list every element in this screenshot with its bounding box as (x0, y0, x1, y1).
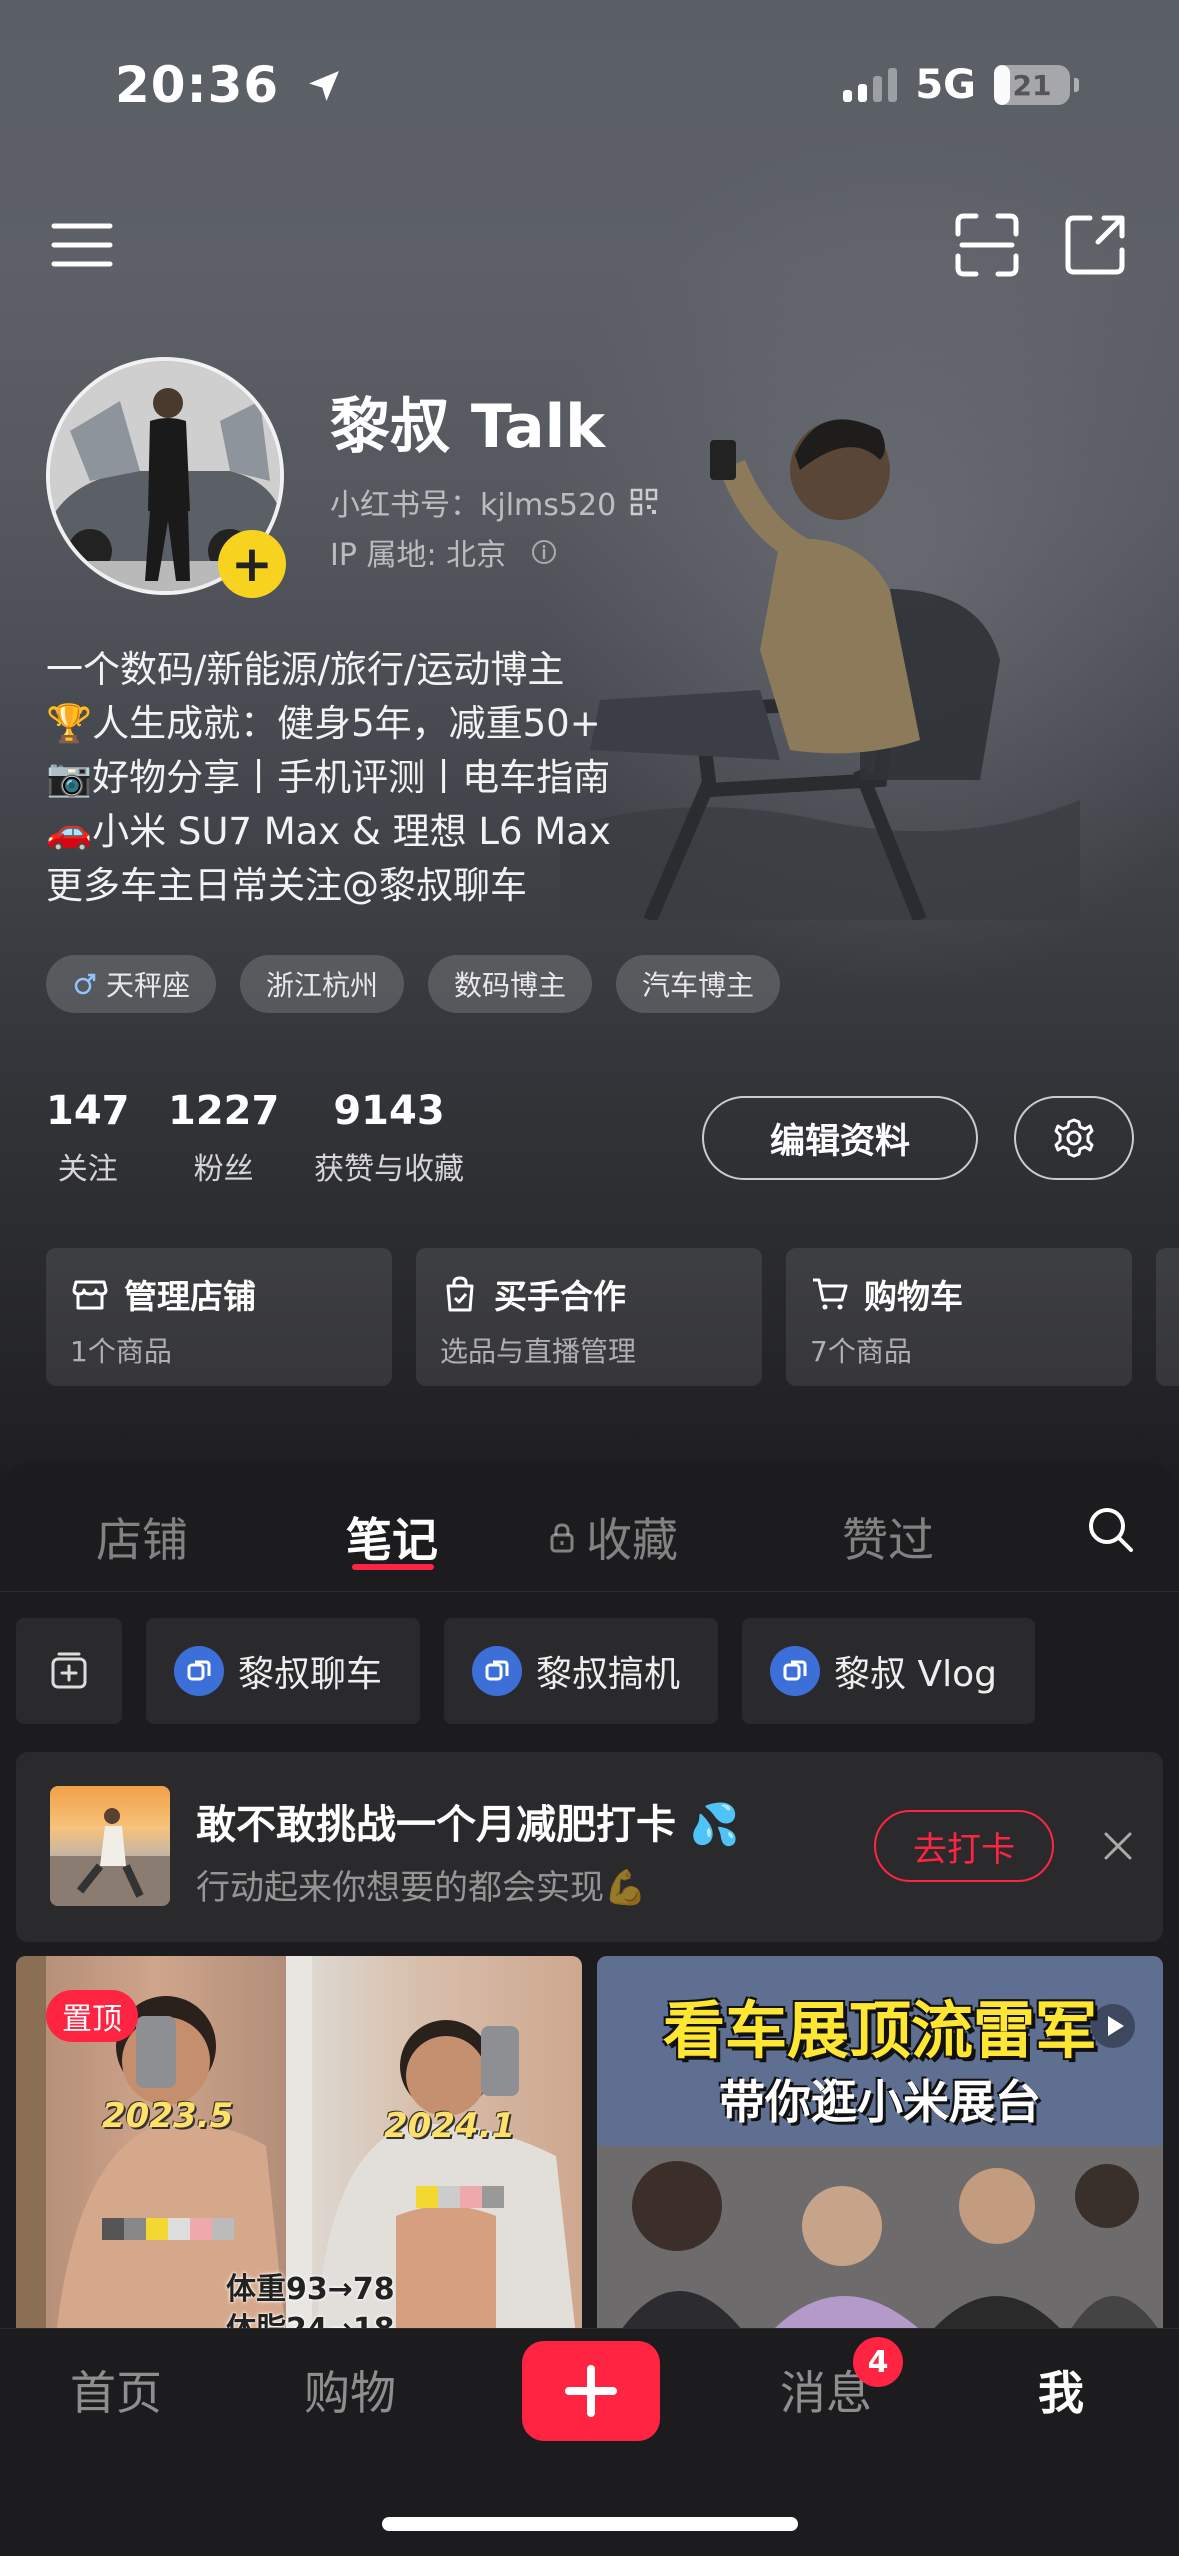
profile-tags: 天秤座 浙江杭州 数码博主 汽车博主 (46, 955, 781, 1013)
note-year-right: 2024.1 (384, 2106, 516, 2146)
profile-ip-row: IP 属地: 北京 (330, 530, 558, 574)
profile-id: 小红书号：kjlms520 (330, 488, 617, 523)
bottom-navigation: 首页 购物 消息 4 我 (0, 2328, 1179, 2556)
share-icon[interactable] (1060, 210, 1130, 280)
message-count-badge: 4 (853, 2337, 903, 2387)
censor-bar (416, 2186, 504, 2208)
home-indicator (382, 2517, 798, 2531)
collection-icon (174, 1646, 224, 1696)
tag-zodiac[interactable]: 天秤座 (46, 955, 217, 1013)
nav-me[interactable]: 我 (1038, 2357, 1084, 2423)
store-icon (72, 1280, 108, 1310)
banner-title: 敢不敢挑战一个月减肥打卡 💦 (196, 1802, 740, 1848)
pinned-badge: 置顶 (46, 1990, 138, 2042)
creator-tools: 管理店铺 1个商品 买手合作 选品与直播管理 购物车 7个商品 (46, 1248, 1179, 1386)
qr-code-icon[interactable] (630, 488, 658, 516)
collection-chip[interactable]: 黎叔搞机 (444, 1618, 719, 1724)
profile-id-row: 小红书号：kjlms520 (330, 480, 658, 524)
lock-icon (550, 1523, 574, 1553)
tab-notes[interactable]: 笔记 (346, 1504, 438, 1570)
note-weight-text: 体重93→78 (226, 2272, 395, 2307)
battery-percentage: 21 (1012, 68, 1052, 102)
tag-category[interactable]: 数码博主 (428, 955, 593, 1013)
network-type: 5G (915, 62, 976, 108)
note-title-line1: 看车展顶流雷军 (662, 1994, 1097, 2067)
cart-icon (813, 1278, 848, 1310)
banner-subtitle: 行动起来你想要的都会实现💪 (196, 1868, 647, 1908)
challenge-banner[interactable]: 敢不敢挑战一个月减肥打卡 💦 行动起来你想要的都会实现💪 去打卡 (16, 1752, 1163, 1942)
video-play-icon (1091, 2004, 1135, 2048)
note-card[interactable]: 看车展顶流雷军 带你逛小米展台 (597, 1956, 1163, 2332)
banner-thumbnail (50, 1786, 170, 1906)
bio-line: 一个数码/新能源/旅行/运动博主 (46, 648, 565, 691)
stat-likes[interactable]: 9143 获赞与收藏 (314, 1088, 464, 1188)
location-arrow-icon (308, 71, 339, 101)
collection-chip[interactable]: 黎叔 Vlog (742, 1618, 1035, 1724)
plus-icon (565, 2365, 617, 2417)
profile-name: 黎叔 Talk (330, 392, 606, 462)
tag-location[interactable]: 浙江杭州 (240, 955, 405, 1013)
check-in-button[interactable]: 去打卡 (874, 1810, 1054, 1882)
nav-home[interactable]: 首页 (70, 2357, 162, 2423)
shopping-bag-icon (446, 1276, 474, 1312)
note-card[interactable]: 置顶 2023.5 2024.1 体重93→78 体脂24→18 (16, 1956, 582, 2332)
background-photo-figure (560, 419, 1080, 920)
nav-shop[interactable]: 购物 (304, 2357, 396, 2423)
collection-icon (472, 1646, 523, 1696)
scan-icon[interactable] (952, 210, 1022, 280)
bio-line: 🏆人生成就：健身5年，减重50+ (46, 702, 601, 745)
battery-cap (1074, 78, 1079, 92)
add-collection-button[interactable] (16, 1618, 122, 1724)
menu-icon[interactable] (48, 210, 118, 280)
settings-button[interactable] (1014, 1096, 1134, 1180)
stat-followers[interactable]: 1227 粉丝 (168, 1088, 279, 1188)
battery-icon: 21 (994, 65, 1070, 105)
cellular-signal-icon (843, 68, 898, 102)
profile-bio: 一个数码/新能源/旅行/运动博主 🏆人生成就：健身5年，减重50+ 📷好物分享丨… (46, 643, 611, 913)
shopping-cart-card[interactable]: 购物车 7个商品 (786, 1248, 1132, 1386)
edit-profile-button[interactable]: 编辑资料 (702, 1096, 978, 1180)
collection-row: 黎叔聊车 黎叔搞机 黎叔 Vlog (16, 1618, 1035, 1724)
censor-bar (102, 2218, 234, 2240)
bio-line: 📷好物分享丨手机评测丨电车指南 (46, 756, 611, 799)
info-icon[interactable] (530, 538, 558, 566)
status-bar-time: 20:36 (115, 56, 344, 114)
tab-liked[interactable]: 赞过 (842, 1504, 934, 1570)
note-year-left: 2023.5 (102, 2096, 234, 2136)
collection-icon (770, 1646, 821, 1696)
manage-store-card[interactable]: 管理店铺 1个商品 (46, 1248, 392, 1386)
tag-category[interactable]: 汽车博主 (616, 955, 781, 1013)
collection-chip[interactable]: 黎叔聊车 (146, 1618, 421, 1724)
add-avatar-button[interactable]: + (218, 530, 286, 598)
add-collection-icon (51, 1652, 87, 1689)
active-tab-indicator (352, 1564, 434, 1570)
buyer-partnership-card[interactable]: 买手合作 选品与直播管理 (416, 1248, 762, 1386)
create-post-button[interactable] (522, 2341, 660, 2441)
more-card-peek[interactable] (1156, 1248, 1179, 1386)
search-icon[interactable] (1085, 1504, 1137, 1556)
close-icon[interactable] (1098, 1826, 1138, 1866)
profile-ip-location: IP 属地: 北京 (330, 538, 507, 573)
content-panel: 店铺 笔记 收藏 赞过 黎叔聊车 黎叔搞机 黎叔 Vlog 敢不敢挑战一个月减肥… (0, 1462, 1179, 2332)
note-title-line2: 带你逛小米展台 (719, 2075, 1041, 2129)
gear-icon (1054, 1118, 1094, 1158)
gender-male-icon (74, 973, 96, 995)
tab-store[interactable]: 店铺 (96, 1504, 188, 1570)
stat-following[interactable]: 147 关注 (46, 1088, 130, 1188)
content-tabs: 店铺 笔记 收藏 赞过 (0, 1462, 1179, 1592)
bio-line: 更多车主日常关注@黎叔聊车 (46, 864, 527, 907)
status-bar-indicators: 5G 21 (843, 62, 1079, 108)
tab-collections[interactable]: 收藏 (546, 1504, 678, 1570)
bio-line: 🚗小米 SU7 Max & 理想 L6 Max (46, 810, 611, 853)
